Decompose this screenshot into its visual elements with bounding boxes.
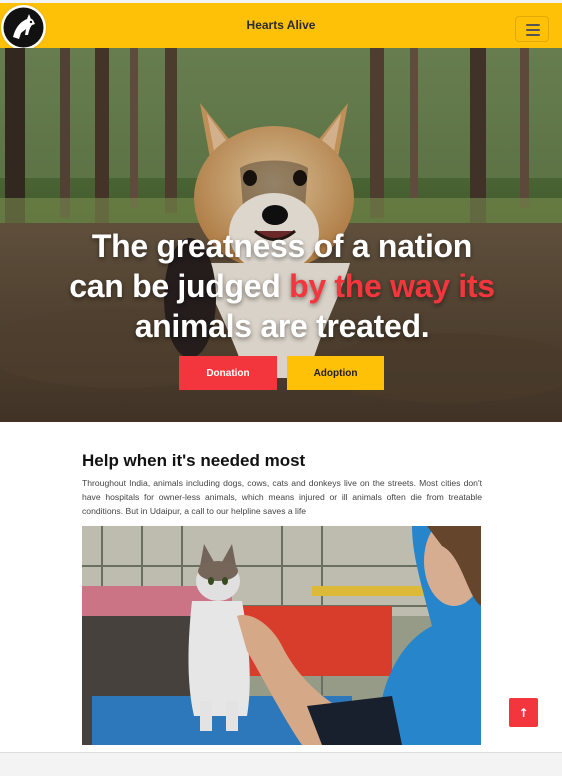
hero-title-accent: by the way its	[289, 268, 495, 304]
hero-title: The greatness of a nation can be judged …	[62, 226, 502, 346]
section-description: Throughout India, animals including dogs…	[82, 478, 482, 516]
navbar: Hearts Alive	[0, 3, 562, 50]
hamburger-menu-icon	[526, 24, 540, 26]
section-title: Help when it's needed most	[82, 451, 306, 470]
adoption-button[interactable]: Adoption	[287, 356, 384, 390]
bottom-scroll-bar[interactable]	[0, 752, 562, 776]
hero-title-part2: animals are treated.	[134, 308, 430, 344]
hero-section: The greatness of a nation can be judged …	[0, 48, 562, 422]
scroll-to-top-button[interactable]: ↑	[509, 698, 538, 727]
brand-title[interactable]: Hearts Alive	[0, 18, 562, 32]
donation-button[interactable]: Donation	[179, 356, 277, 390]
arrow-up-icon: ↑	[518, 705, 529, 720]
menu-toggle-button[interactable]	[515, 16, 549, 42]
woman-petting-cat-photo	[82, 526, 481, 745]
